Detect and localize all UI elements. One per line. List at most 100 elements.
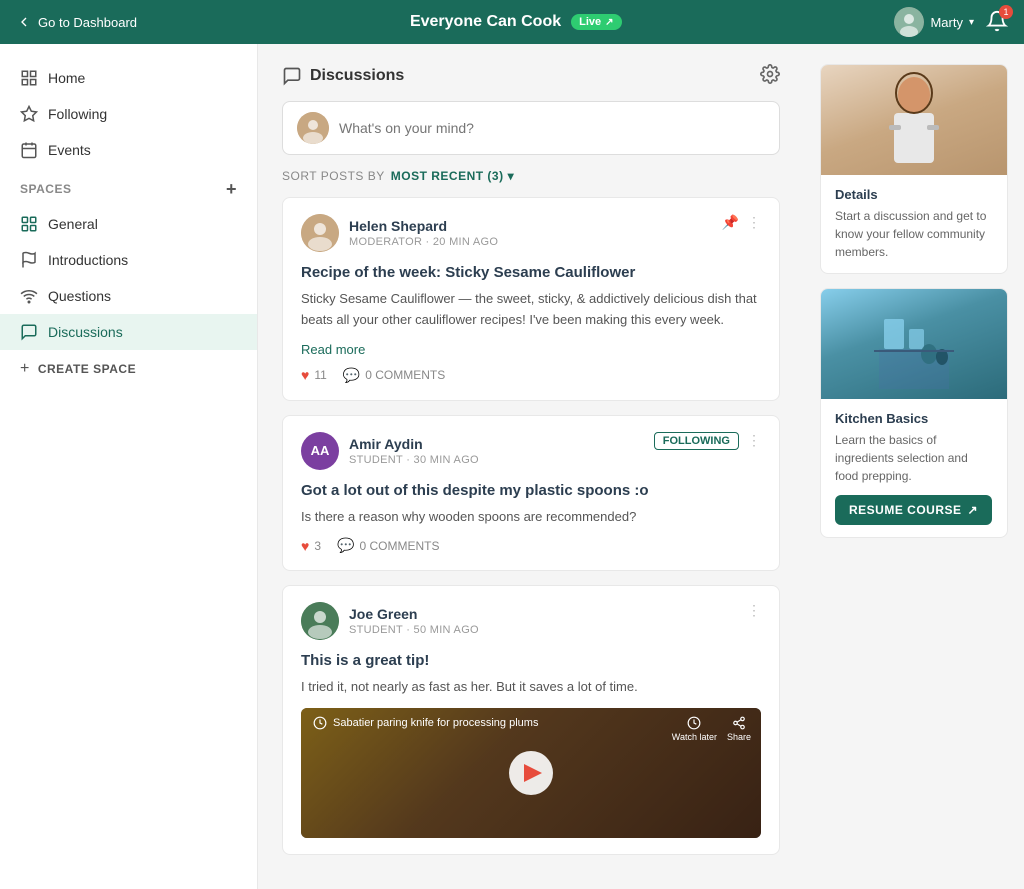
avatar-image: [894, 7, 924, 37]
resume-course-button[interactable]: RESUME COURSE: [835, 495, 992, 525]
heart-icon: ♥: [301, 538, 309, 554]
details-card: Details Start a discussion and get to kn…: [820, 64, 1008, 274]
calendar-icon: [20, 141, 38, 159]
author-name: Amir Aydin: [349, 436, 479, 452]
comments-count[interactable]: 💬 0 COMMENTS: [337, 537, 439, 554]
kitchen-illustration: [874, 289, 954, 399]
sidebar-item-home[interactable]: Home: [0, 60, 257, 96]
chevron-down-icon: ▾: [969, 17, 974, 28]
post-header: Joe Green STUDENT · 50 MIN AGO ⋮: [301, 602, 761, 640]
spaces-header: SPACES +: [0, 168, 257, 206]
read-more-link[interactable]: Read more: [301, 342, 365, 357]
notification-count: 1: [999, 5, 1013, 19]
likes-count[interactable]: ♥ 11: [301, 367, 327, 383]
chart-icon: [20, 215, 38, 233]
video-thumbnail[interactable]: Sabatier paring knife for processing plu…: [301, 708, 761, 838]
sort-bar: SORT POSTS BY MOST RECENT (3) ▾: [282, 169, 780, 183]
post-input-area: [282, 101, 780, 155]
heart-icon: ♥: [301, 367, 309, 383]
author-text: Joe Green STUDENT · 50 MIN AGO: [349, 606, 479, 636]
watch-later-label: Watch later: [672, 732, 717, 742]
sidebar-item-events[interactable]: Events: [0, 132, 257, 168]
author-avatar: AA: [301, 432, 339, 470]
post-title: Recipe of the week: Sticky Sesame Caulif…: [301, 264, 761, 281]
live-badge: Live: [571, 14, 621, 30]
discussions-title-row: Discussions: [282, 66, 404, 86]
post-card: Joe Green STUDENT · 50 MIN AGO ⋮ This is…: [282, 585, 780, 855]
play-button[interactable]: [509, 751, 553, 795]
post-footer: ♥ 3 💬 0 COMMENTS: [301, 537, 761, 554]
gear-icon: [760, 64, 780, 84]
sort-label: SORT POSTS BY: [282, 169, 385, 183]
comments-count[interactable]: 💬 0 COMMENTS: [343, 367, 445, 384]
card-description: Start a discussion and get to know your …: [835, 207, 993, 261]
notifications-button[interactable]: 1: [986, 10, 1008, 35]
post-actions: ⋮: [747, 602, 761, 619]
space-label: Discussions: [48, 324, 123, 340]
sidebar-item-following[interactable]: Following: [0, 96, 257, 132]
sidebar-item-general[interactable]: General: [0, 206, 257, 242]
watch-later-icon: [687, 716, 701, 730]
post-title: This is a great tip!: [301, 652, 761, 669]
card-title: Kitchen Basics: [835, 411, 993, 426]
post-body: Is there a reason why wooden spoons are …: [301, 507, 761, 528]
share-label: Share: [727, 732, 751, 742]
post-actions: FOLLOWING ⋮: [654, 432, 761, 450]
arrow-left-icon: [16, 14, 32, 30]
grid-icon: [20, 69, 38, 87]
comment-icon: 💬: [343, 367, 360, 384]
card-body: Kitchen Basics Learn the basics of ingre…: [821, 399, 1007, 537]
sidebar-item-label: Following: [48, 106, 107, 122]
post-card: AA Amir Aydin STUDENT · 30 MIN AGO FOLLO…: [282, 415, 780, 572]
sidebar-item-label: Events: [48, 142, 91, 158]
discussions-chat-icon: [282, 66, 302, 86]
pin-icon[interactable]: 📌: [722, 214, 739, 231]
space-label: General: [48, 216, 98, 232]
post-more-button[interactable]: ⋮: [747, 602, 761, 619]
sidebar-item-introductions[interactable]: Introductions: [0, 242, 257, 278]
nav-right: Marty ▾ 1: [894, 7, 1008, 37]
star-icon: [20, 105, 38, 123]
share-button[interactable]: Share: [727, 716, 751, 742]
clock-icon: [313, 716, 327, 730]
space-label: Questions: [48, 288, 111, 304]
author-meta: STUDENT · 50 MIN AGO: [349, 624, 479, 636]
plus-icon: +: [20, 360, 30, 378]
settings-button[interactable]: [760, 64, 780, 87]
current-user-avatar: [297, 112, 329, 144]
sidebar-item-discussions[interactable]: Discussions: [0, 314, 257, 350]
sidebar-item-questions[interactable]: Questions: [0, 278, 257, 314]
author-name: Joe Green: [349, 606, 479, 622]
watch-later-button[interactable]: Watch later: [672, 716, 717, 742]
back-to-dashboard[interactable]: Go to Dashboard: [16, 14, 137, 30]
author-text: Amir Aydin STUDENT · 30 MIN AGO: [349, 436, 479, 466]
author-avatar: [301, 214, 339, 252]
community-title: Everyone Can Cook: [410, 13, 561, 31]
post-more-button[interactable]: ⋮: [747, 432, 761, 449]
author-avatar: [301, 602, 339, 640]
author-info: AA Amir Aydin STUDENT · 30 MIN AGO: [301, 432, 479, 470]
add-space-button[interactable]: +: [226, 180, 237, 198]
card-image: [821, 65, 1007, 175]
post-more-button[interactable]: ⋮: [747, 214, 761, 231]
post-actions: 📌 ⋮: [722, 214, 761, 231]
create-space-button[interactable]: + CREATE SPACE: [0, 350, 257, 388]
sort-active-option[interactable]: MOST RECENT (3) ▾: [391, 169, 514, 183]
main-layout: Home Following Events SPACES + General: [0, 44, 1024, 889]
avatar-image: [301, 214, 339, 252]
card-title: Details: [835, 187, 993, 202]
post-input[interactable]: [339, 120, 765, 136]
chat-icon: [20, 323, 38, 341]
comment-icon: 💬: [337, 537, 354, 554]
video-controls: Watch later Share: [672, 716, 751, 742]
play-triangle-icon: [524, 764, 542, 782]
user-avatar: [894, 7, 924, 37]
spaces-label: SPACES: [20, 182, 71, 196]
post-footer: ♥ 11 💬 0 COMMENTS: [301, 367, 761, 384]
following-tag[interactable]: FOLLOWING: [654, 432, 739, 450]
author-info: Joe Green STUDENT · 50 MIN AGO: [301, 602, 479, 640]
user-menu[interactable]: Marty ▾: [894, 7, 974, 37]
likes-count[interactable]: ♥ 3: [301, 538, 321, 554]
post-header: Helen Shepard MODERATOR · 20 MIN AGO 📌 ⋮: [301, 214, 761, 252]
post-body: Sticky Sesame Cauliflower — the sweet, s…: [301, 289, 761, 331]
